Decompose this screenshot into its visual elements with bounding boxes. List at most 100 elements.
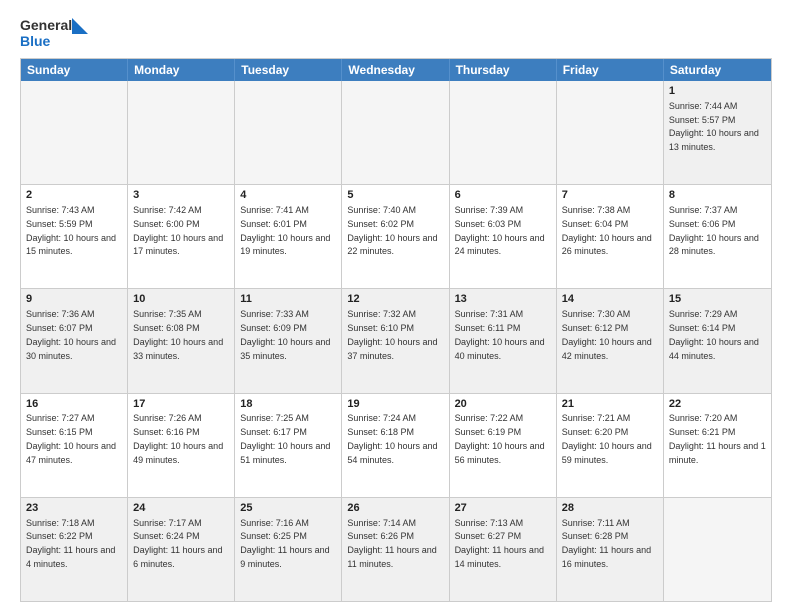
day-number: 11	[240, 292, 336, 307]
calendar-cell-w4-d4: 19Sunrise: 7:24 AMSunset: 6:18 PMDayligh…	[342, 394, 449, 497]
day-info: Sunrise: 7:43 AMSunset: 5:59 PMDaylight:…	[26, 205, 116, 256]
calendar-row-1: 1 Sunrise: 7:44 AMSunset: 5:57 PMDaylight…	[21, 81, 771, 184]
day-number: 21	[562, 397, 658, 412]
day-number: 23	[26, 501, 122, 516]
svg-text:Blue: Blue	[20, 33, 51, 49]
page: GeneralBlue Sunday Monday Tuesday Wednes…	[0, 0, 792, 612]
day-info: Sunrise: 7:33 AMSunset: 6:09 PMDaylight:…	[240, 309, 330, 360]
day-info: Sunrise: 7:21 AMSunset: 6:20 PMDaylight:…	[562, 413, 652, 464]
day-info: Sunrise: 7:29 AMSunset: 6:14 PMDaylight:…	[669, 309, 759, 360]
calendar-cell-w2-d2: 3 Sunrise: 7:42 AMSunset: 6:00 PMDaylight…	[128, 185, 235, 288]
header-tuesday: Tuesday	[235, 59, 342, 81]
calendar-cell-w1-d5	[450, 81, 557, 184]
header: GeneralBlue	[20, 16, 772, 52]
header-saturday: Saturday	[664, 59, 771, 81]
day-info: Sunrise: 7:30 AMSunset: 6:12 PMDaylight:…	[562, 309, 652, 360]
calendar-cell-w5-d5: 27 Sunrise: 7:13 AMSunset: 6:27 PMDayligh…	[450, 498, 557, 601]
day-info: Sunrise: 7:42 AMSunset: 6:00 PMDaylight:…	[133, 205, 223, 256]
day-number: 10	[133, 292, 229, 307]
calendar-cell-w3-d1: 9Sunrise: 7:36 AMSunset: 6:07 PMDaylight…	[21, 289, 128, 392]
day-number: 20	[455, 397, 551, 412]
day-number: 12	[347, 292, 443, 307]
calendar-cell-w3-d7: 15Sunrise: 7:29 AMSunset: 6:14 PMDayligh…	[664, 289, 771, 392]
day-info: Sunrise: 7:24 AMSunset: 6:18 PMDaylight:…	[347, 413, 437, 464]
day-number: 8	[669, 188, 766, 203]
day-number: 22	[669, 397, 766, 412]
header-sunday: Sunday	[21, 59, 128, 81]
day-info: Sunrise: 7:38 AMSunset: 6:04 PMDaylight:…	[562, 205, 652, 256]
calendar-cell-w1-d3	[235, 81, 342, 184]
day-number: 24	[133, 501, 229, 516]
calendar-cell-w4-d3: 18Sunrise: 7:25 AMSunset: 6:17 PMDayligh…	[235, 394, 342, 497]
day-info: Sunrise: 7:17 AMSunset: 6:24 PMDaylight:…	[133, 518, 222, 569]
calendar-cell-w4-d1: 16Sunrise: 7:27 AMSunset: 6:15 PMDayligh…	[21, 394, 128, 497]
day-info: Sunrise: 7:32 AMSunset: 6:10 PMDaylight:…	[347, 309, 437, 360]
day-info: Sunrise: 7:44 AMSunset: 5:57 PMDaylight:…	[669, 101, 759, 152]
day-number: 17	[133, 397, 229, 412]
calendar-cell-w4-d2: 17Sunrise: 7:26 AMSunset: 6:16 PMDayligh…	[128, 394, 235, 497]
day-number: 28	[562, 501, 658, 516]
svg-text:General: General	[20, 17, 72, 33]
day-info: Sunrise: 7:37 AMSunset: 6:06 PMDaylight:…	[669, 205, 759, 256]
day-number: 3	[133, 188, 229, 203]
day-info: Sunrise: 7:22 AMSunset: 6:19 PMDaylight:…	[455, 413, 545, 464]
calendar-cell-w2-d6: 7 Sunrise: 7:38 AMSunset: 6:04 PMDaylight…	[557, 185, 664, 288]
calendar-cell-w3-d5: 13Sunrise: 7:31 AMSunset: 6:11 PMDayligh…	[450, 289, 557, 392]
header-friday: Friday	[557, 59, 664, 81]
calendar-cell-w2-d5: 6 Sunrise: 7:39 AMSunset: 6:03 PMDaylight…	[450, 185, 557, 288]
calendar-row-3: 9Sunrise: 7:36 AMSunset: 6:07 PMDaylight…	[21, 288, 771, 392]
day-info: Sunrise: 7:39 AMSunset: 6:03 PMDaylight:…	[455, 205, 545, 256]
day-number: 9	[26, 292, 122, 307]
day-number: 2	[26, 188, 122, 203]
calendar-cell-w1-d6	[557, 81, 664, 184]
day-number: 19	[347, 397, 443, 412]
logo-svg: GeneralBlue	[20, 16, 100, 52]
calendar-cell-w3-d2: 10 Sunrise: 7:35 AMSunset: 6:08 PMDayligh…	[128, 289, 235, 392]
day-info: Sunrise: 7:16 AMSunset: 6:25 PMDaylight:…	[240, 518, 329, 569]
day-info: Sunrise: 7:18 AMSunset: 6:22 PMDaylight:…	[26, 518, 115, 569]
logo: GeneralBlue	[20, 16, 100, 52]
calendar-cell-w5-d4: 26 Sunrise: 7:14 AMSunset: 6:26 PMDayligh…	[342, 498, 449, 601]
day-info: Sunrise: 7:25 AMSunset: 6:17 PMDaylight:…	[240, 413, 330, 464]
day-number: 5	[347, 188, 443, 203]
day-number: 6	[455, 188, 551, 203]
calendar-cell-w2-d1: 2 Sunrise: 7:43 AMSunset: 5:59 PMDaylight…	[21, 185, 128, 288]
calendar-cell-w3-d3: 11 Sunrise: 7:33 AMSunset: 6:09 PMDayligh…	[235, 289, 342, 392]
calendar-cell-w1-d7: 1 Sunrise: 7:44 AMSunset: 5:57 PMDaylight…	[664, 81, 771, 184]
header-thursday: Thursday	[450, 59, 557, 81]
calendar: Sunday Monday Tuesday Wednesday Thursday…	[20, 58, 772, 602]
day-info: Sunrise: 7:35 AMSunset: 6:08 PMDaylight:…	[133, 309, 223, 360]
day-number: 27	[455, 501, 551, 516]
calendar-row-5: 23 Sunrise: 7:18 AMSunset: 6:22 PMDayligh…	[21, 497, 771, 601]
calendar-cell-w1-d2	[128, 81, 235, 184]
calendar-body: 1 Sunrise: 7:44 AMSunset: 5:57 PMDaylight…	[21, 81, 771, 601]
day-info: Sunrise: 7:14 AMSunset: 6:26 PMDaylight:…	[347, 518, 436, 569]
day-number: 18	[240, 397, 336, 412]
day-number: 1	[669, 84, 766, 99]
day-info: Sunrise: 7:31 AMSunset: 6:11 PMDaylight:…	[455, 309, 545, 360]
day-info: Sunrise: 7:20 AMSunset: 6:21 PMDaylight:…	[669, 413, 766, 464]
day-info: Sunrise: 7:27 AMSunset: 6:15 PMDaylight:…	[26, 413, 116, 464]
day-number: 7	[562, 188, 658, 203]
day-number: 16	[26, 397, 122, 412]
calendar-cell-w2-d4: 5 Sunrise: 7:40 AMSunset: 6:02 PMDaylight…	[342, 185, 449, 288]
calendar-cell-w1-d4	[342, 81, 449, 184]
calendar-cell-w5-d6: 28 Sunrise: 7:11 AMSunset: 6:28 PMDayligh…	[557, 498, 664, 601]
calendar-cell-w4-d6: 21Sunrise: 7:21 AMSunset: 6:20 PMDayligh…	[557, 394, 664, 497]
day-info: Sunrise: 7:11 AMSunset: 6:28 PMDaylight:…	[562, 518, 651, 569]
calendar-cell-w2-d7: 8 Sunrise: 7:37 AMSunset: 6:06 PMDaylight…	[664, 185, 771, 288]
calendar-cell-w3-d6: 14Sunrise: 7:30 AMSunset: 6:12 PMDayligh…	[557, 289, 664, 392]
calendar-row-2: 2 Sunrise: 7:43 AMSunset: 5:59 PMDaylight…	[21, 184, 771, 288]
calendar-cell-w5-d3: 25Sunrise: 7:16 AMSunset: 6:25 PMDayligh…	[235, 498, 342, 601]
calendar-cell-w1-d1	[21, 81, 128, 184]
calendar-cell-w4-d5: 20Sunrise: 7:22 AMSunset: 6:19 PMDayligh…	[450, 394, 557, 497]
day-info: Sunrise: 7:40 AMSunset: 6:02 PMDaylight:…	[347, 205, 437, 256]
calendar-cell-w3-d4: 12 Sunrise: 7:32 AMSunset: 6:10 PMDayligh…	[342, 289, 449, 392]
day-info: Sunrise: 7:26 AMSunset: 6:16 PMDaylight:…	[133, 413, 223, 464]
day-info: Sunrise: 7:13 AMSunset: 6:27 PMDaylight:…	[455, 518, 544, 569]
header-wednesday: Wednesday	[342, 59, 449, 81]
calendar-row-4: 16Sunrise: 7:27 AMSunset: 6:15 PMDayligh…	[21, 393, 771, 497]
day-info: Sunrise: 7:41 AMSunset: 6:01 PMDaylight:…	[240, 205, 330, 256]
header-monday: Monday	[128, 59, 235, 81]
day-number: 26	[347, 501, 443, 516]
